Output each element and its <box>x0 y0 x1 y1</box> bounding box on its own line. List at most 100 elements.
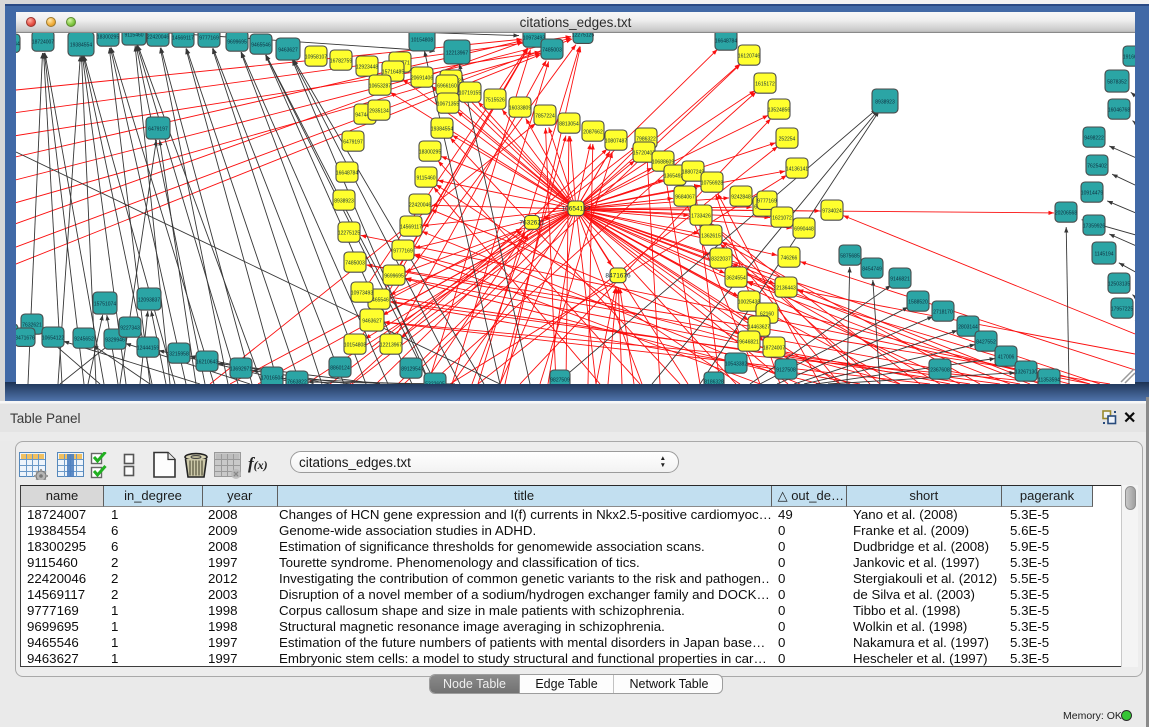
svg-text:13692971: 13692971 <box>230 367 252 373</box>
svg-text:12093837: 12093837 <box>138 298 160 304</box>
svg-text:18300295: 18300295 <box>419 150 441 156</box>
svg-text:8454749: 8454749 <box>862 267 882 273</box>
svg-text:16210643: 16210643 <box>196 360 218 366</box>
svg-text:10654122: 10654122 <box>42 336 64 342</box>
svg-text:252254: 252254 <box>779 137 796 143</box>
svg-text:8938923: 8938923 <box>875 100 895 106</box>
svg-text:20206568: 20206568 <box>1055 211 1077 217</box>
svg-text:17359926: 17359926 <box>1083 224 1105 230</box>
svg-text:9646821: 9646821 <box>739 340 759 346</box>
svg-text:9777169: 9777169 <box>393 249 413 255</box>
svg-text:9684067: 9684067 <box>675 195 695 201</box>
svg-text:14136141: 14136141 <box>786 167 808 173</box>
svg-text:2087662: 2087662 <box>583 130 603 136</box>
svg-text:12213967: 12213967 <box>380 343 402 349</box>
svg-text:19166827: 19166827 <box>1123 55 1135 61</box>
svg-text:7485003: 7485003 <box>542 48 562 54</box>
svg-text:7515526: 7515526 <box>485 98 505 104</box>
svg-text:16648784: 16648784 <box>336 171 358 177</box>
svg-text:1145194: 1145194 <box>1094 252 1113 258</box>
svg-text:8186328: 8186328 <box>704 380 724 385</box>
svg-text:8860124: 8860124 <box>330 366 350 372</box>
svg-text:12275125: 12275125 <box>572 33 594 39</box>
svg-text:2136443: 2136443 <box>776 286 796 292</box>
svg-text:17016504: 17016504 <box>261 376 283 382</box>
svg-text:2803144: 2803144 <box>958 325 978 331</box>
svg-text:16782759: 16782759 <box>330 59 352 65</box>
svg-text:2718170: 2718170 <box>933 310 953 316</box>
svg-text:20691406: 20691406 <box>411 76 433 82</box>
svg-text:13267130: 13267130 <box>1015 370 1037 376</box>
svg-text:9699695: 9699695 <box>227 40 247 46</box>
svg-text:19384554: 19384554 <box>431 127 453 133</box>
svg-text:16046768: 16046768 <box>1108 108 1130 114</box>
svg-text:7663822: 7663822 <box>287 380 307 385</box>
svg-text:18724007: 18724007 <box>763 346 785 352</box>
svg-text:746266: 746266 <box>781 256 798 262</box>
svg-text:10154808: 10154808 <box>411 38 433 44</box>
svg-text:12213967: 12213967 <box>446 51 468 57</box>
svg-text:10543382: 10543382 <box>725 362 747 368</box>
svg-text:1733426: 1733426 <box>691 214 711 220</box>
svg-text:9329946: 9329946 <box>105 338 125 344</box>
svg-text:14569117: 14569117 <box>400 225 422 231</box>
svg-text:10807487: 10807487 <box>605 139 627 145</box>
svg-text:5878352: 5878352 <box>1107 80 1127 86</box>
svg-text:6966160: 6966160 <box>437 84 457 90</box>
svg-text:9463627: 9463627 <box>362 319 382 325</box>
svg-text:22420046: 22420046 <box>409 203 431 209</box>
svg-text:8813054: 8813054 <box>559 122 579 128</box>
svg-text:9465546: 9465546 <box>251 43 271 49</box>
svg-text:18724007: 18724007 <box>32 40 54 46</box>
svg-text:7857224: 7857224 <box>535 114 555 120</box>
svg-text:9242848: 9242848 <box>731 195 751 201</box>
svg-text:9127508: 9127508 <box>776 368 796 374</box>
svg-text:12923448: 12923448 <box>356 65 378 71</box>
svg-text:6479197: 6479197 <box>343 140 363 146</box>
svg-text:8471676: 8471676 <box>605 273 631 280</box>
svg-text:9498222: 9498222 <box>1084 136 1104 142</box>
svg-text:16648784: 16648784 <box>715 39 737 45</box>
svg-text:2367608: 2367608 <box>930 368 950 374</box>
svg-text:9115460: 9115460 <box>416 176 435 182</box>
svg-text:13524856: 13524856 <box>768 108 790 114</box>
svg-text:1621072: 1621072 <box>772 216 792 222</box>
svg-text:9463627: 9463627 <box>278 48 298 54</box>
svg-text:3624554: 3624554 <box>726 276 746 282</box>
svg-text:9734024: 9734024 <box>822 209 842 215</box>
svg-text:1615172: 1615172 <box>755 82 775 88</box>
svg-text:9245652: 9245652 <box>74 337 94 343</box>
svg-text:8322037: 8322037 <box>711 257 731 263</box>
svg-text:15751074: 15751074 <box>94 302 116 308</box>
svg-text:1588520: 1588520 <box>908 300 928 306</box>
svg-text:11353594: 11353594 <box>1038 378 1060 384</box>
svg-text:6479197: 6479197 <box>148 127 168 133</box>
svg-text:9146821: 9146821 <box>890 277 910 283</box>
svg-text:8427552: 8427552 <box>976 340 996 346</box>
svg-text:10654122: 10654122 <box>562 206 591 213</box>
svg-text:10154808: 10154808 <box>344 343 366 349</box>
svg-text:7625402: 7625402 <box>1087 164 1107 170</box>
svg-text:18300295: 18300295 <box>97 35 119 41</box>
svg-text:10914479: 10914479 <box>1081 191 1103 197</box>
svg-text:6990448: 6990448 <box>794 227 814 233</box>
svg-text:9777169: 9777169 <box>199 36 219 42</box>
svg-text:10653287: 10653287 <box>369 84 391 90</box>
svg-text:10719155: 10719155 <box>459 91 481 97</box>
svg-text:10958107: 10958107 <box>305 55 327 61</box>
svg-text:3215958: 3215958 <box>169 352 189 358</box>
svg-text:9227343: 9227343 <box>120 326 140 332</box>
svg-text:16120746: 16120746 <box>738 54 760 60</box>
svg-text:8471676: 8471676 <box>16 336 35 342</box>
svg-text:14569117: 14569117 <box>172 36 194 42</box>
svg-text:9827509: 9827509 <box>550 378 570 384</box>
svg-text:9699695: 9699695 <box>384 274 404 280</box>
svg-text:10671355: 10671355 <box>437 102 459 108</box>
svg-text:417006: 417006 <box>998 355 1015 361</box>
svg-text:9474444: 9474444 <box>16 42 20 48</box>
svg-text:9115460: 9115460 <box>124 33 143 39</box>
svg-text:16033809: 16033809 <box>509 106 531 112</box>
svg-text:5322605: 5322605 <box>425 382 445 385</box>
svg-text:14463627: 14463627 <box>748 325 770 331</box>
svg-text:12503135: 12503135 <box>1108 282 1130 288</box>
